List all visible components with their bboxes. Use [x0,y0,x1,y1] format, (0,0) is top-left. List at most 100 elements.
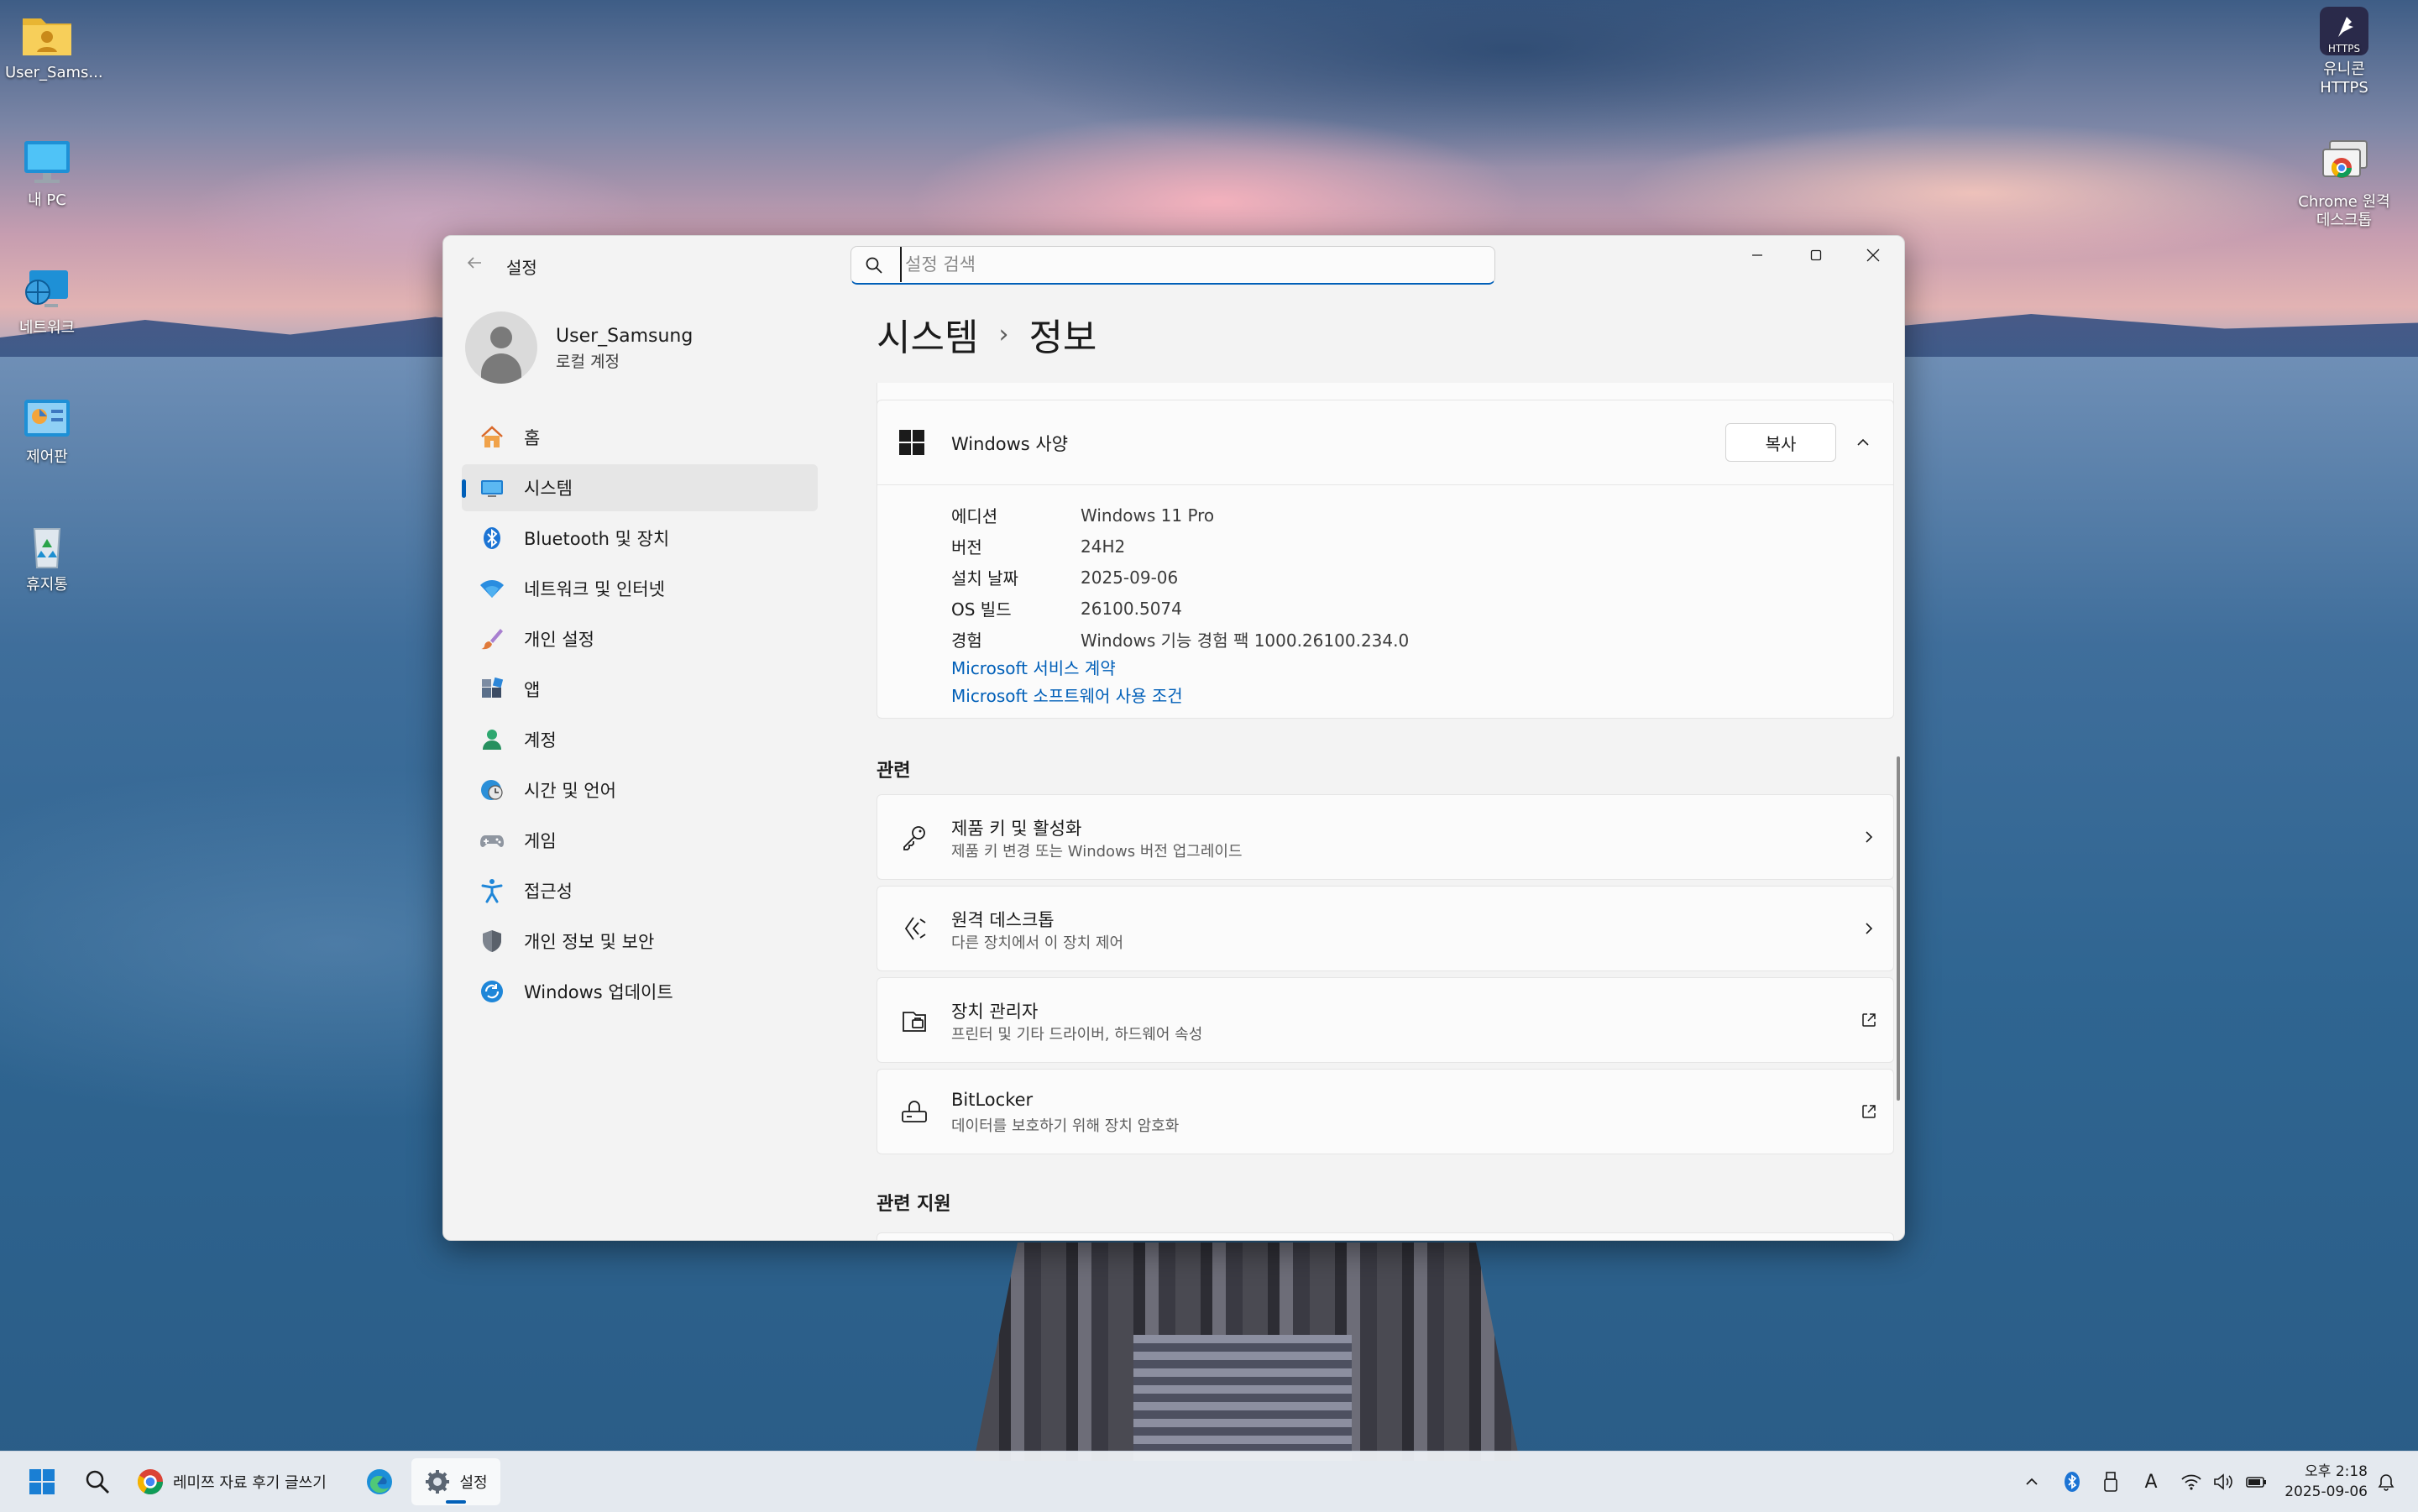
related-bitlocker[interactable]: BitLocker 데이터를 보호하기 위해 장치 암호화 [877,1069,1894,1154]
tray-device[interactable] [2096,1467,2126,1497]
desktop-icon-label: 네트워크 [18,319,76,337]
tray-input-indicator[interactable]: A [2136,1467,2166,1497]
sidebar-item-home[interactable]: 홈 [462,414,818,461]
start-button[interactable] [18,1458,65,1505]
windows-start-icon [29,1469,55,1494]
title-bar: 설정 설정 검색 [443,236,1904,295]
search-box[interactable]: 설정 검색 [850,246,1495,285]
related-device-manager[interactable]: 장치 관리자 프린터 및 기타 드라이버, 하드웨어 속성 [877,977,1894,1063]
recycle-bin-icon [20,522,74,571]
sidebar-item-network[interactable]: 네트워크 및 인터넷 [462,565,818,612]
related-remote-desktop[interactable]: 원격 데스크톱 다른 장치에서 이 장치 제어 [877,886,1894,971]
spec-key: OS 빌드 [951,599,1012,620]
sidebar-item-bluetooth[interactable]: Bluetooth 및 장치 [462,515,818,562]
desktop-icon-label: 제어판 [26,448,68,466]
desktop-icon-user-folder[interactable]: User_Sams... [5,10,103,82]
desktop-icon-label: Chrome 원격 데스크톱 [2298,193,2390,229]
sidebar-item-time-language[interactable]: 시간 및 언어 [462,766,818,814]
desktop-icon-recycle-bin[interactable]: 휴지통 [5,522,89,594]
taskbar-chrome-label: 레미쯔 자료 후기 글쓰기 [173,1474,327,1492]
related-item-subtitle: 제품 키 변경 또는 Windows 버전 업그레이드 [951,843,1243,861]
spec-row-edition: 에디션 Windows 11 Pro [951,500,1409,531]
edge-icon [367,1469,392,1494]
sidebar-item-windows-update[interactable]: Windows 업데이트 [462,968,818,1015]
app-title: 설정 [506,258,537,278]
settings-window: 설정 설정 검색 User_Samsung 로컬 계정 홈 시스템 Blueto… [442,235,1905,1241]
desktop-icon-control-panel[interactable]: 제어판 [5,395,89,467]
sidebar-item-accessibility[interactable]: 접근성 [462,867,818,914]
user-profile[interactable]: User_Samsung 로컬 계정 [465,307,818,387]
spec-key: 경험 [951,630,982,651]
tray-wifi[interactable] [2176,1467,2206,1497]
related-item-title: 제품 키 및 활성화 [951,819,1082,839]
chevron-up-icon[interactable] [1851,431,1875,454]
chevron-right-icon [1856,916,1882,941]
tray-volume[interactable] [2208,1467,2238,1497]
sidebar-item-label: 개인 정보 및 보안 [524,932,655,952]
profile-account-type: 로컬 계정 [556,353,620,371]
sidebar-item-label: 계정 [524,730,557,751]
breadcrumb-separator: › [998,319,1009,349]
bluetooth-icon [2065,1472,2080,1492]
sidebar-item-label: 홈 [524,428,541,448]
taskbar-settings-button[interactable]: 설정 [411,1458,500,1505]
desktop-icon-this-pc[interactable]: 내 PC [5,138,89,210]
link-software-license[interactable]: Microsoft 소프트웨어 사용 조건 [951,683,1409,710]
tray-battery[interactable] [2242,1467,2272,1497]
spec-row-experience: 경험 Windows 기능 경험 팩 1000.26100.234.0 [951,624,1409,655]
sidebar-item-accounts[interactable]: 계정 [462,716,818,763]
main-content: 시스템 › 정보 Windows 사양 복사 에디션 Windows 11 Pro… [855,299,1904,1240]
time-language-icon [477,775,507,805]
tray-notifications[interactable] [2371,1467,2401,1497]
link-service-agreement[interactable]: Microsoft 서비스 계약 [951,655,1409,683]
sidebar-item-system[interactable]: 시스템 [462,464,818,511]
desktop-icon-network[interactable]: 네트워크 [5,265,89,337]
windows-spec-title: Windows 사양 [951,434,1069,454]
usb-device-icon [2104,1472,2117,1492]
desktop-icon-unicorn-https[interactable]: HTTPS 유니콘 HTTPS [2302,7,2386,97]
sidebar-item-label: 시간 및 언어 [524,781,616,801]
wallpaper-pier [974,1243,1520,1461]
sidebar-item-label: 접근성 [524,882,573,902]
sidebar-item-apps[interactable]: 앱 [462,666,818,713]
windows-logo-icon [899,430,924,455]
taskbar-search-button[interactable] [74,1458,121,1505]
related-support-title: 관련 지원 [877,1194,951,1215]
gear-icon [426,1470,450,1494]
maximize-icon [1810,249,1822,261]
sidebar-item-gaming[interactable]: 게임 [462,817,818,864]
taskbar-edge-button[interactable] [356,1458,403,1505]
maximize-button[interactable] [1787,236,1845,275]
show-hidden-icons-button[interactable] [2017,1467,2047,1497]
close-button[interactable] [1844,236,1902,275]
copy-button[interactable]: 복사 [1725,423,1836,462]
wifi-icon [2181,1474,2201,1490]
tray-bluetooth[interactable] [2057,1467,2087,1497]
sidebar-item-personalization[interactable]: 개인 설정 [462,615,818,662]
back-button[interactable] [460,251,489,280]
breadcrumb-parent[interactable]: 시스템 [877,307,978,361]
search-icon [86,1470,109,1494]
search-input[interactable]: 설정 검색 [900,247,976,282]
scrollbar-thumb[interactable] [1897,756,1900,1101]
chevron-up-icon [2026,1478,2038,1485]
minimize-button[interactable] [1728,236,1787,275]
search-icon [865,256,883,275]
sidebar-item-label: 개인 설정 [524,630,594,650]
related-item-title: 원격 데스크톱 [951,910,1055,930]
related-item-subtitle: 데이터를 보호하기 위해 장치 암호화 [951,1117,1180,1135]
desktop-icon-chrome-remote-desktop[interactable]: Chrome 원격 데스크톱 [2297,139,2391,230]
sidebar-item-label: 게임 [524,831,557,851]
taskbar-clock[interactable]: 오후 2:18 2025-09-06 [2275,1462,2368,1502]
windows-spec-header[interactable]: Windows 사양 복사 [877,400,1893,485]
taskbar-settings-label: 설정 [459,1474,488,1492]
system-icon [477,473,507,503]
related-product-key[interactable]: 제품 키 및 활성화 제품 키 변경 또는 Windows 버전 업그레이드 [877,794,1894,880]
taskbar-chrome-button[interactable]: 레미쯔 자료 후기 글쓰기 [128,1458,349,1505]
close-icon [1866,249,1880,262]
avatar [465,311,537,384]
sidebar-item-privacy[interactable]: 개인 정보 및 보안 [462,918,818,965]
sidebar-item-label: 시스템 [524,479,573,499]
svg-text:HTTPS: HTTPS [2328,43,2360,55]
spec-key: 버전 [951,537,982,557]
